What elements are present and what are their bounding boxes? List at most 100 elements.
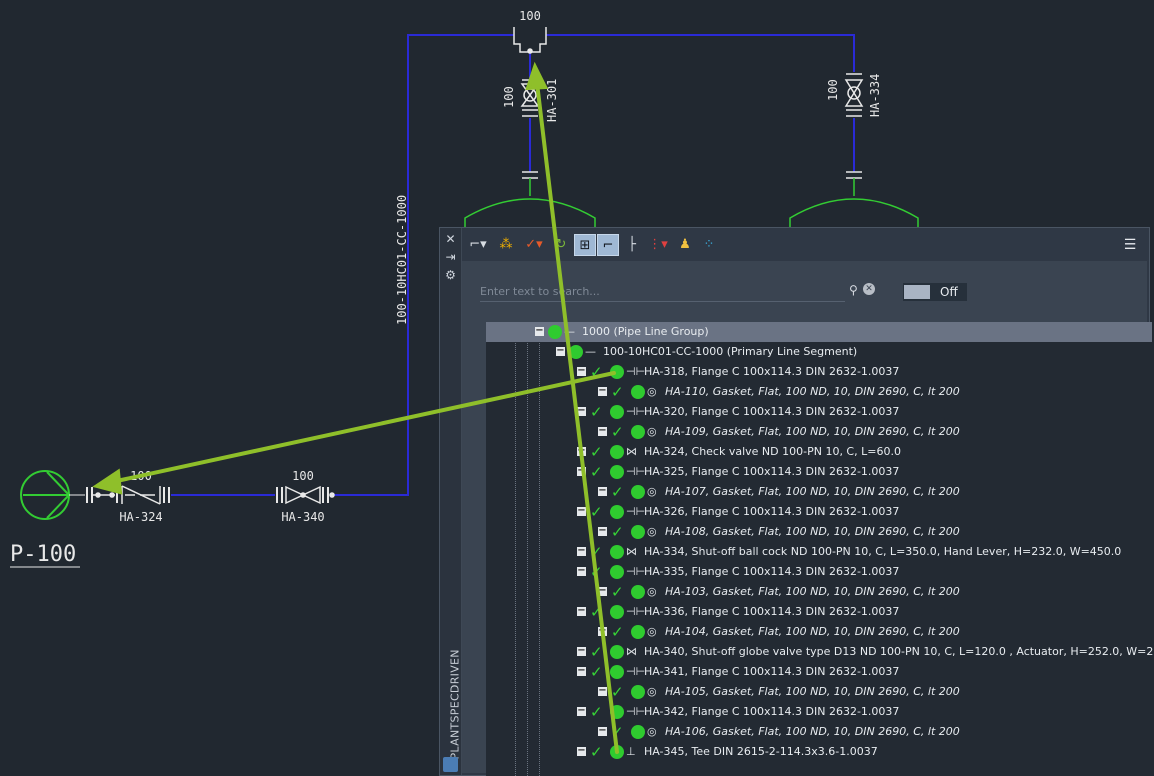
user-icon[interactable]: ♟ xyxy=(674,234,696,256)
collapse-toggle-icon[interactable]: − xyxy=(577,646,586,656)
tree-row[interactable]: − ✓ ⊣⊢ HA-341, Flange C 100x114.3 DIN 2632-… xyxy=(486,662,1152,682)
tree-row[interactable]: − ✓ ⋈ HA-334, Shut-off ball cock ND 100-PN … xyxy=(486,542,1152,562)
tree-row-label: HA-108, Gasket, Flat, 100 ND, 10, DIN 26… xyxy=(665,525,960,538)
collapse-toggle-icon[interactable]: − xyxy=(577,406,586,416)
collapse-toggle-icon[interactable]: − xyxy=(577,466,586,476)
vessel-arcs xyxy=(464,178,919,227)
tree-row[interactable]: − ✓ ◎ HA-105, Gasket, Flat, 100 ND, 10, DIN… xyxy=(486,682,1152,702)
collapse-toggle-icon[interactable]: − xyxy=(577,666,586,676)
status-dot-icon xyxy=(631,385,645,399)
tee-symbol[interactable] xyxy=(513,27,547,54)
tree-row[interactable]: − ✓ ⋈ HA-340, Shut-off globe valve type D13… xyxy=(486,642,1154,662)
tree-row[interactable]: − ✓ ◎ HA-103, Gasket, Flat, 100 ND, 10, DIN… xyxy=(486,582,1152,602)
flange-icon: ⊣⊢ xyxy=(626,705,646,718)
tree-row[interactable]: − ✓ ◎ HA-108, Gasket, Flat, 100 ND, 10, DIN… xyxy=(486,522,1152,542)
clear-icon[interactable]: ✕ xyxy=(863,283,875,295)
collapse-toggle-icon[interactable]: − xyxy=(598,586,607,596)
tree-row[interactable]: − ✓ ⊣⊢ HA-325, Flange C 100x114.3 DIN 2632-… xyxy=(486,462,1152,482)
line-icon: — xyxy=(585,345,596,358)
tree-row[interactable]: − ✓ ⊣⊢ HA-318, Flange C 100x114.3 DIN 2632-… xyxy=(486,362,1152,382)
collapse-toggle-icon[interactable]: − xyxy=(598,726,607,736)
tree-row[interactable]: − ✓ ⊣⊢ HA-336, Flange C 100x114.3 DIN 2632-… xyxy=(486,602,1152,622)
search-input[interactable] xyxy=(480,281,845,302)
tree-row[interactable]: − ✓ ⊣⊢ HA-320, Flange C 100x114.3 DIN 2632-… xyxy=(486,402,1152,422)
tree-row[interactable]: − ✓ ◎ HA-106, Gasket, Flat, 100 ND, 10, DIN… xyxy=(486,722,1152,742)
tree-row[interactable]: − — 100-10HC01-CC-1000 (Primary Line Segme… xyxy=(486,342,1152,362)
network-icon[interactable]: ⁘ xyxy=(698,234,720,256)
tree-row-label: HA-106, Gasket, Flat, 100 ND, 10, DIN 26… xyxy=(665,725,960,738)
valve-icon: ⋈ xyxy=(626,645,637,658)
status-dot-icon xyxy=(610,705,624,719)
palette-logo-icon xyxy=(443,757,458,772)
tree-row[interactable]: − ✓ ⊥ HA-345, Tee DIN 2615-2-114.3x3.6-1.00… xyxy=(486,742,1152,762)
collapse-toggle-icon[interactable]: − xyxy=(598,486,607,496)
color-dots-icon[interactable]: ⁂ xyxy=(494,234,518,256)
tree-row[interactable]: − ✓ ◎ HA-107, Gasket, Flat, 100 ND, 10, DIN… xyxy=(486,482,1152,502)
tree-row[interactable]: − — 1000 (Pipe Line Group) xyxy=(486,322,1152,342)
collapse-toggle-icon[interactable]: − xyxy=(577,446,586,456)
check-icon: ✓ xyxy=(611,383,624,401)
check-icon: ✓ xyxy=(611,723,624,741)
settings-icon[interactable]: ⚙ xyxy=(443,268,458,282)
status-dot-icon xyxy=(610,665,624,679)
segment-icon[interactable]: ⌐ xyxy=(597,234,619,256)
pump-tag-label: P-100 xyxy=(10,542,76,567)
gasket-icon: ◎ xyxy=(647,485,657,498)
search-icon[interactable]: ⚲ xyxy=(849,283,858,297)
refresh-icon[interactable]: ↻ xyxy=(550,234,572,256)
tree-row-label: HA-336, Flange C 100x114.3 DIN 2632-1.00… xyxy=(644,605,900,618)
status-dot-icon xyxy=(610,405,624,419)
collapse-toggle-icon[interactable]: − xyxy=(577,366,586,376)
check-valve-symbol[interactable] xyxy=(92,485,161,505)
check-icon: ✓ xyxy=(590,643,603,661)
flange-icon: ⊣⊢ xyxy=(626,465,646,478)
collapse-toggle-icon[interactable]: − xyxy=(577,706,586,716)
status-dot-icon xyxy=(610,445,624,459)
tree-row[interactable]: − ✓ ⋈ HA-324, Check valve ND 100-PN 10, C, … xyxy=(486,442,1152,462)
collapse-toggle-icon[interactable]: − xyxy=(535,326,544,336)
check-filter-icon[interactable]: ✓▾ xyxy=(522,234,546,256)
tree-row-label: HA-335, Flange C 100x114.3 DIN 2632-1.00… xyxy=(644,565,900,578)
flange-icon: ⊣⊢ xyxy=(626,505,646,518)
status-dot-icon xyxy=(548,325,562,339)
pin-icon[interactable]: ⇥ xyxy=(443,250,458,264)
collapse-toggle-icon[interactable]: − xyxy=(577,746,586,756)
pump-symbol[interactable] xyxy=(20,470,71,520)
collapse-toggle-icon[interactable]: − xyxy=(577,606,586,616)
close-icon[interactable]: ✕ xyxy=(443,232,458,246)
tree-row[interactable]: − ✓ ⊣⊢ HA-342, Flange C 100x114.3 DIN 2632-… xyxy=(486,702,1152,722)
collapse-toggle-icon[interactable]: − xyxy=(598,686,607,696)
tree-row-label: HA-334, Shut-off ball cock ND 100-PN 10,… xyxy=(644,545,1122,558)
hamburger-icon[interactable]: ☰ xyxy=(1119,234,1141,256)
hierarchy-icon[interactable]: ⋮▾ xyxy=(645,234,671,256)
tree-row[interactable]: − ✓ ◎ HA-109, Gasket, Flat, 100 ND, 10, DIN… xyxy=(486,422,1152,442)
status-dot-icon xyxy=(610,565,624,579)
tee-icon: ⊥ xyxy=(626,745,636,758)
collapse-toggle-icon[interactable]: − xyxy=(556,346,565,356)
flange-icon: ⊣⊢ xyxy=(626,665,646,678)
valve-mid-tag-label: HA-340 xyxy=(281,510,324,524)
component-tree[interactable]: − — 1000 (Pipe Line Group) − — 100-10HC01-CC-… xyxy=(486,322,1154,776)
tree-row[interactable]: − ✓ ⊣⊢ HA-326, Flange C 100x114.3 DIN 2632-… xyxy=(486,502,1152,522)
tree-row-label: HA-326, Flange C 100x114.3 DIN 2632-1.00… xyxy=(644,505,900,518)
filter-toggle[interactable]: Off xyxy=(903,283,967,301)
collapse-toggle-icon[interactable]: − xyxy=(598,426,607,436)
tree-row[interactable]: − ✓ ⊣⊢ HA-335, Flange C 100x114.3 DIN 2632-… xyxy=(486,562,1152,582)
gasket-icon: ◎ xyxy=(647,385,657,398)
tree-view-icon[interactable]: ⊞ xyxy=(574,234,596,256)
valve-334-tag-label: HA-334 xyxy=(868,74,882,117)
gasket-icon: ◎ xyxy=(647,525,657,538)
tree-row[interactable]: − ✓ ◎ HA-110, Gasket, Flat, 100 ND, 10, DIN… xyxy=(486,382,1152,402)
gasket-icon: ◎ xyxy=(647,425,657,438)
structure-icon[interactable]: ├ xyxy=(622,234,642,256)
collapse-toggle-icon[interactable]: − xyxy=(577,566,586,576)
collapse-toggle-icon[interactable]: − xyxy=(598,526,607,536)
line-tool-icon[interactable]: ⌐▾ xyxy=(466,234,490,256)
collapse-toggle-icon[interactable]: − xyxy=(598,626,607,636)
globe-valve-symbol[interactable] xyxy=(285,485,335,505)
collapse-toggle-icon[interactable]: − xyxy=(577,546,586,556)
tree-row-label: HA-320, Flange C 100x114.3 DIN 2632-1.00… xyxy=(644,405,900,418)
collapse-toggle-icon[interactable]: − xyxy=(598,386,607,396)
tree-row[interactable]: − ✓ ◎ HA-104, Gasket, Flat, 100 ND, 10, DIN… xyxy=(486,622,1152,642)
collapse-toggle-icon[interactable]: − xyxy=(577,506,586,516)
